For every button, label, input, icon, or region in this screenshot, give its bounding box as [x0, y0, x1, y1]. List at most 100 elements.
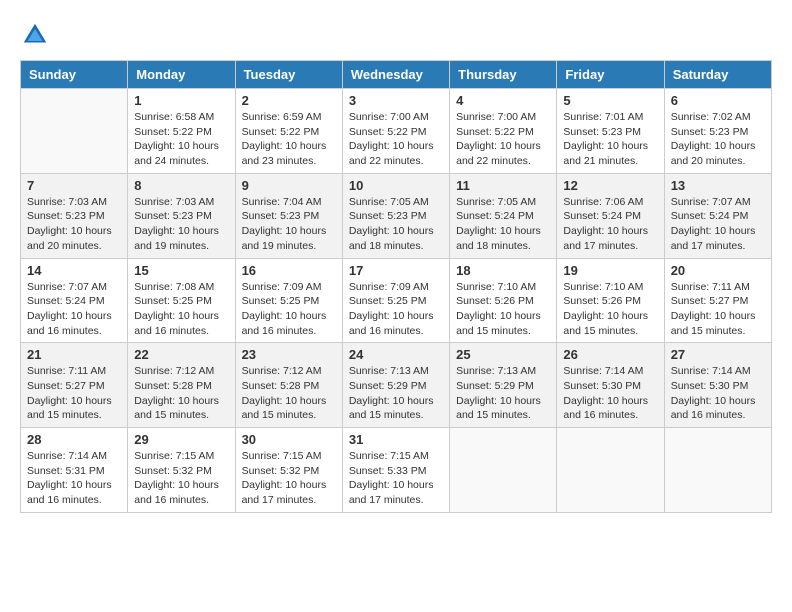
- column-header-saturday: Saturday: [664, 61, 771, 89]
- day-info: Sunrise: 7:03 AM Sunset: 5:23 PM Dayligh…: [27, 195, 121, 254]
- day-cell: 3 Sunrise: 7:00 AM Sunset: 5:22 PM Daylig…: [342, 89, 449, 174]
- day-number: 1: [134, 93, 228, 108]
- day-cell: 15 Sunrise: 7:08 AM Sunset: 5:25 PM Dayli…: [128, 258, 235, 343]
- day-cell: 25 Sunrise: 7:13 AM Sunset: 5:29 PM Dayli…: [450, 343, 557, 428]
- day-number: 29: [134, 432, 228, 447]
- day-info: Sunrise: 7:12 AM Sunset: 5:28 PM Dayligh…: [134, 364, 228, 423]
- day-cell: 24 Sunrise: 7:13 AM Sunset: 5:29 PM Dayli…: [342, 343, 449, 428]
- day-info: Sunrise: 7:14 AM Sunset: 5:31 PM Dayligh…: [27, 449, 121, 508]
- day-cell: [450, 428, 557, 513]
- day-cell: 1 Sunrise: 6:58 AM Sunset: 5:22 PM Daylig…: [128, 89, 235, 174]
- week-row-4: 21Sunrise: 7:11 AM Sunset: 5:27 PM Dayli…: [21, 343, 772, 428]
- day-cell: 6 Sunrise: 7:02 AM Sunset: 5:23 PM Daylig…: [664, 89, 771, 174]
- day-number: 14: [27, 263, 121, 278]
- day-number: 27: [671, 347, 765, 362]
- day-info: Sunrise: 7:13 AM Sunset: 5:29 PM Dayligh…: [456, 364, 550, 423]
- week-row-3: 14 Sunrise: 7:07 AM Sunset: 5:24 PM Dayli…: [21, 258, 772, 343]
- logo-icon: [20, 20, 50, 50]
- day-number: 8: [134, 178, 228, 193]
- day-info: Sunrise: 7:14 AM Sunset: 5:30 PM Dayligh…: [563, 364, 657, 423]
- day-number: 3: [349, 93, 443, 108]
- day-cell: 10 Sunrise: 7:05 AM Sunset: 5:23 PM Dayli…: [342, 173, 449, 258]
- day-number: 28: [27, 432, 121, 447]
- day-number: 9: [242, 178, 336, 193]
- day-number: 17: [349, 263, 443, 278]
- day-number: 2: [242, 93, 336, 108]
- day-number: 6: [671, 93, 765, 108]
- day-info: Sunrise: 6:59 AM Sunset: 5:22 PM Dayligh…: [242, 110, 336, 169]
- day-info: Sunrise: 7:03 AM Sunset: 5:23 PM Dayligh…: [134, 195, 228, 254]
- day-info: Sunrise: 7:12 AM Sunset: 5:28 PM Dayligh…: [242, 364, 336, 423]
- day-cell: 28 Sunrise: 7:14 AM Sunset: 5:31 PM Dayli…: [21, 428, 128, 513]
- day-cell: 9 Sunrise: 7:04 AM Sunset: 5:23 PM Daylig…: [235, 173, 342, 258]
- day-info: Sunrise: 7:13 AM Sunset: 5:29 PM Dayligh…: [349, 364, 443, 423]
- day-cell: 26 Sunrise: 7:14 AM Sunset: 5:30 PM Dayli…: [557, 343, 664, 428]
- day-info: Sunrise: 7:09 AM Sunset: 5:25 PM Dayligh…: [349, 280, 443, 339]
- day-cell: 31 Sunrise: 7:15 AM Sunset: 5:33 PM Dayli…: [342, 428, 449, 513]
- column-header-sunday: Sunday: [21, 61, 128, 89]
- day-info: Sunrise: 7:09 AM Sunset: 5:25 PM Dayligh…: [242, 280, 336, 339]
- column-header-friday: Friday: [557, 61, 664, 89]
- day-number: 31: [349, 432, 443, 447]
- day-info: Sunrise: 7:08 AM Sunset: 5:25 PM Dayligh…: [134, 280, 228, 339]
- day-cell: 20Sunrise: 7:11 AM Sunset: 5:27 PM Dayli…: [664, 258, 771, 343]
- day-cell: 12Sunrise: 7:06 AM Sunset: 5:24 PM Dayli…: [557, 173, 664, 258]
- day-cell: 29 Sunrise: 7:15 AM Sunset: 5:32 PM Dayli…: [128, 428, 235, 513]
- day-info: Sunrise: 7:00 AM Sunset: 5:22 PM Dayligh…: [456, 110, 550, 169]
- day-number: 30: [242, 432, 336, 447]
- day-cell: 22Sunrise: 7:12 AM Sunset: 5:28 PM Dayli…: [128, 343, 235, 428]
- day-number: 15: [134, 263, 228, 278]
- day-number: 5: [563, 93, 657, 108]
- day-info: Sunrise: 7:07 AM Sunset: 5:24 PM Dayligh…: [671, 195, 765, 254]
- day-number: 18: [456, 263, 550, 278]
- day-info: Sunrise: 6:58 AM Sunset: 5:22 PM Dayligh…: [134, 110, 228, 169]
- calendar: SundayMondayTuesdayWednesdayThursdayFrid…: [20, 60, 772, 513]
- day-cell: 8 Sunrise: 7:03 AM Sunset: 5:23 PM Daylig…: [128, 173, 235, 258]
- day-info: Sunrise: 7:11 AM Sunset: 5:27 PM Dayligh…: [27, 364, 121, 423]
- day-info: Sunrise: 7:15 AM Sunset: 5:33 PM Dayligh…: [349, 449, 443, 508]
- day-info: Sunrise: 7:06 AM Sunset: 5:24 PM Dayligh…: [563, 195, 657, 254]
- column-header-wednesday: Wednesday: [342, 61, 449, 89]
- day-info: Sunrise: 7:07 AM Sunset: 5:24 PM Dayligh…: [27, 280, 121, 339]
- day-number: 19: [563, 263, 657, 278]
- day-cell: 23 Sunrise: 7:12 AM Sunset: 5:28 PM Dayli…: [235, 343, 342, 428]
- day-info: Sunrise: 7:11 AM Sunset: 5:27 PM Dayligh…: [671, 280, 765, 339]
- day-cell: 18 Sunrise: 7:10 AM Sunset: 5:26 PM Dayli…: [450, 258, 557, 343]
- day-number: 7: [27, 178, 121, 193]
- day-cell: 4Sunrise: 7:00 AM Sunset: 5:22 PM Daylig…: [450, 89, 557, 174]
- day-info: Sunrise: 7:04 AM Sunset: 5:23 PM Dayligh…: [242, 195, 336, 254]
- day-number: 13: [671, 178, 765, 193]
- day-cell: [21, 89, 128, 174]
- day-info: Sunrise: 7:10 AM Sunset: 5:26 PM Dayligh…: [563, 280, 657, 339]
- week-row-2: 7 Sunrise: 7:03 AM Sunset: 5:23 PM Daylig…: [21, 173, 772, 258]
- day-number: 25: [456, 347, 550, 362]
- day-number: 11: [456, 178, 550, 193]
- day-number: 10: [349, 178, 443, 193]
- day-info: Sunrise: 7:00 AM Sunset: 5:22 PM Dayligh…: [349, 110, 443, 169]
- day-cell: 14 Sunrise: 7:07 AM Sunset: 5:24 PM Dayli…: [21, 258, 128, 343]
- day-info: Sunrise: 7:14 AM Sunset: 5:30 PM Dayligh…: [671, 364, 765, 423]
- day-cell: 2 Sunrise: 6:59 AM Sunset: 5:22 PM Daylig…: [235, 89, 342, 174]
- day-cell: [557, 428, 664, 513]
- day-cell: 13 Sunrise: 7:07 AM Sunset: 5:24 PM Dayli…: [664, 173, 771, 258]
- header-row: SundayMondayTuesdayWednesdayThursdayFrid…: [21, 61, 772, 89]
- day-info: Sunrise: 7:02 AM Sunset: 5:23 PM Dayligh…: [671, 110, 765, 169]
- day-cell: 7 Sunrise: 7:03 AM Sunset: 5:23 PM Daylig…: [21, 173, 128, 258]
- logo: [20, 20, 55, 50]
- column-header-tuesday: Tuesday: [235, 61, 342, 89]
- day-number: 23: [242, 347, 336, 362]
- day-number: 24: [349, 347, 443, 362]
- day-cell: 11 Sunrise: 7:05 AM Sunset: 5:24 PM Dayli…: [450, 173, 557, 258]
- day-number: 26: [563, 347, 657, 362]
- day-cell: 19 Sunrise: 7:10 AM Sunset: 5:26 PM Dayli…: [557, 258, 664, 343]
- day-info: Sunrise: 7:05 AM Sunset: 5:24 PM Dayligh…: [456, 195, 550, 254]
- page-header: [20, 20, 772, 50]
- day-cell: 16Sunrise: 7:09 AM Sunset: 5:25 PM Dayli…: [235, 258, 342, 343]
- day-cell: 27 Sunrise: 7:14 AM Sunset: 5:30 PM Dayli…: [664, 343, 771, 428]
- week-row-1: 1 Sunrise: 6:58 AM Sunset: 5:22 PM Daylig…: [21, 89, 772, 174]
- day-info: Sunrise: 7:10 AM Sunset: 5:26 PM Dayligh…: [456, 280, 550, 339]
- column-header-thursday: Thursday: [450, 61, 557, 89]
- day-info: Sunrise: 7:15 AM Sunset: 5:32 PM Dayligh…: [242, 449, 336, 508]
- day-info: Sunrise: 7:05 AM Sunset: 5:23 PM Dayligh…: [349, 195, 443, 254]
- day-info: Sunrise: 7:15 AM Sunset: 5:32 PM Dayligh…: [134, 449, 228, 508]
